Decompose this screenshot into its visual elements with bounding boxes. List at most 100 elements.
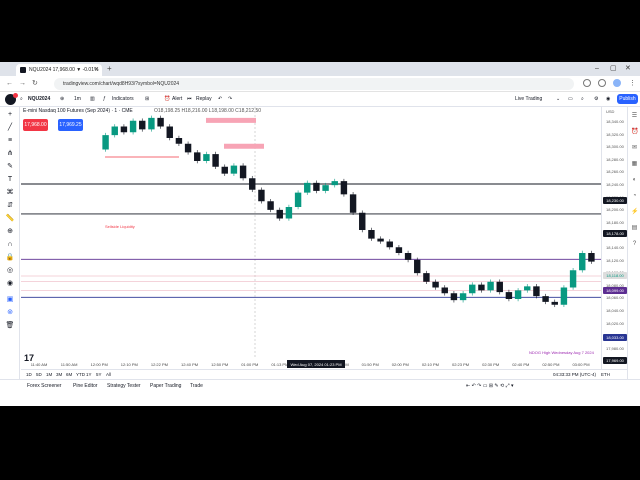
zoom-in-icon[interactable]: ⊕ (5, 227, 15, 237)
timeframe-6m[interactable]: 6M (66, 371, 72, 379)
settings-icon[interactable]: ⚙ (594, 94, 598, 105)
panel-tools-icon[interactable]: ⇤ ↶ ↷ ▭ ⊞ ✎ ⟲ ⤢ ▾ (466, 382, 513, 390)
timeframe-5y[interactable]: 5Y (96, 371, 102, 379)
trend-line-icon[interactable]: ╱ (5, 123, 15, 133)
indicators-button[interactable]: Indicators (112, 94, 134, 105)
layout-icon[interactable]: ▭ (568, 94, 573, 105)
replay-button[interactable]: Replay (196, 94, 212, 105)
watchlist-icon[interactable]: ⊚ (5, 308, 15, 318)
time-range-bar: 1D 5D 1M 3M 6M YTD 1Y 5Y All 04:33:33 PM (UTC-4)… (21, 369, 627, 379)
camera-icon[interactable]: ◉ (606, 94, 610, 105)
candle-body (469, 284, 476, 294)
session-toggle[interactable]: ETH (601, 371, 610, 379)
forward-icon[interactable]: → (19, 79, 26, 89)
candle-body (395, 247, 403, 253)
minimize-icon[interactable]: – (595, 64, 599, 74)
alerts-sidebar-icon[interactable]: ⏰ (631, 129, 638, 136)
watchlist-sidebar-icon[interactable]: ☰ (631, 113, 638, 120)
price-tick: 17,980.00 (606, 345, 624, 351)
forecast-icon[interactable]: ⇵ (5, 201, 15, 211)
hide-drawings-icon[interactable]: ◎ (5, 266, 15, 276)
price-tick: 18,340.00 (606, 119, 624, 124)
candle-body (203, 154, 210, 161)
candle-body (386, 241, 393, 248)
tab-strategy-tester[interactable]: Strategy Tester (107, 382, 141, 390)
candle-body (175, 138, 183, 144)
bookmark-icon[interactable] (598, 79, 606, 87)
profile-avatar[interactable] (613, 79, 621, 87)
maximize-icon[interactable]: ▢ (610, 64, 617, 74)
chart-type-icon[interactable]: ▥ (90, 94, 95, 105)
lock-drawings-icon[interactable]: 🔒 (5, 253, 15, 263)
pattern-icon[interactable]: ⌘ (5, 188, 15, 198)
interval-selector[interactable]: 1m (74, 94, 81, 105)
time-tick: 01:50 PM (362, 362, 379, 367)
candle-body (166, 126, 173, 138)
tab-forex-screener[interactable]: Forex Screener (27, 382, 61, 390)
magnet-icon[interactable]: ∩ (5, 240, 15, 250)
timeframe-3m[interactable]: 3M (56, 371, 62, 379)
chat-icon[interactable]: ✉ (631, 145, 638, 152)
timeframe-1d[interactable]: 1D (26, 371, 32, 379)
ruler-icon[interactable]: 📏 (5, 214, 15, 224)
candle-body (432, 281, 439, 288)
timeframe-1m[interactable]: 1M (46, 371, 52, 379)
redo-icon[interactable]: ↷ (228, 94, 232, 105)
search-icon[interactable]: ⌕ (581, 94, 584, 105)
candlestick-chart[interactable]: 11:40 AM 11:50 AM 12:00 PM 12:10 PM 12:22 PM… (21, 107, 601, 369)
eye-icon[interactable]: ◉ (5, 279, 15, 289)
data-window-icon[interactable]: ▤ (631, 225, 638, 232)
candle-body (120, 126, 128, 133)
notifications-icon[interactable]: ◔ (631, 193, 638, 200)
time-tick: 12:50 PM (211, 362, 228, 367)
timeframe-1y[interactable]: 1Y (86, 371, 92, 379)
sell-button[interactable]: 17,968.00 (23, 119, 48, 131)
chart-pane[interactable]: 11:40 AM 11:50 AM 12:00 PM 12:10 PM 12:22 PM… (21, 107, 601, 403)
back-icon[interactable]: ← (6, 79, 13, 89)
extensions-icon[interactable] (583, 79, 591, 87)
object-tree-icon[interactable]: ▣ (5, 295, 15, 305)
symbol-search-icon[interactable]: ⌕ (20, 94, 23, 105)
undo-icon[interactable]: ↶ (218, 94, 222, 105)
candle-body (514, 290, 522, 299)
help-icon[interactable]: ? (631, 241, 638, 248)
timeframe-all[interactable]: All (106, 371, 111, 379)
buy-button[interactable]: 17,969.25 (58, 119, 83, 131)
close-window-icon[interactable]: ✕ (625, 64, 631, 74)
ideas-icon[interactable]: ◐ (631, 177, 638, 184)
templates-icon[interactable]: ⊞ (145, 94, 149, 105)
candle-body (588, 253, 595, 262)
text-tool-icon[interactable]: T (5, 175, 15, 185)
publish-button[interactable]: Publish (617, 94, 638, 104)
horizontal-lines-icon[interactable]: ≡ (5, 136, 15, 146)
close-tab-icon[interactable]: ✕ (94, 64, 99, 76)
crosshair-icon[interactable]: + (5, 110, 15, 120)
tab-trade[interactable]: Trade (190, 382, 203, 390)
new-tab-button[interactable]: + (107, 64, 112, 74)
brush-icon[interactable]: ✎ (5, 162, 15, 172)
price-tick: 18,120.00 (606, 257, 624, 263)
trash-icon[interactable]: 🗑 (5, 321, 15, 331)
add-symbol-icon[interactable]: ⊕ (60, 94, 64, 105)
chevron-down-icon[interactable]: ⌄ (556, 94, 560, 105)
fib-tool-icon[interactable]: ⋔ (5, 149, 15, 159)
timeframe-ytd[interactable]: YTD (76, 371, 85, 379)
calendar-icon[interactable]: ▦ (631, 161, 638, 168)
hotlists-icon[interactable]: ⚡ (631, 209, 638, 216)
reload-icon[interactable]: ↻ (32, 79, 38, 89)
browser-menu-icon[interactable]: ⋮ (629, 79, 636, 89)
clock-readout[interactable]: 04:33:33 PM (UTC-4) (553, 371, 596, 379)
chart-header-toolbar: ⌕ NQU2024 ⊕ 1m ▥ ƒ Indicators ⊞ ⏰ Alert … (0, 92, 640, 107)
time-tick: 02:40 PM (512, 362, 529, 367)
price-axis[interactable]: USD 18,340.00 18,320.00 18,300.00 18,280.00… (601, 107, 627, 369)
timeframe-5d[interactable]: 5D (36, 371, 42, 379)
tab-pine-editor[interactable]: Pine Editor (73, 382, 97, 390)
symbol-selector[interactable]: NQU2024 (28, 94, 50, 105)
browser-tab[interactable]: NQU2024 17,968.00 ▼ -0.01% ✕ (16, 64, 102, 76)
candle-body (414, 259, 421, 274)
url-input[interactable]: tradingview.com/chart/wqd8H93/?symbol=NQ… (54, 78, 574, 90)
ndog-high-label: NDOG High Wednesday Aug 7 2024 (529, 350, 594, 355)
tab-paper-trading[interactable]: Paper Trading (150, 382, 181, 390)
trading-mode-selector[interactable]: Live Trading (515, 94, 542, 105)
alert-button[interactable]: Alert (172, 94, 182, 105)
